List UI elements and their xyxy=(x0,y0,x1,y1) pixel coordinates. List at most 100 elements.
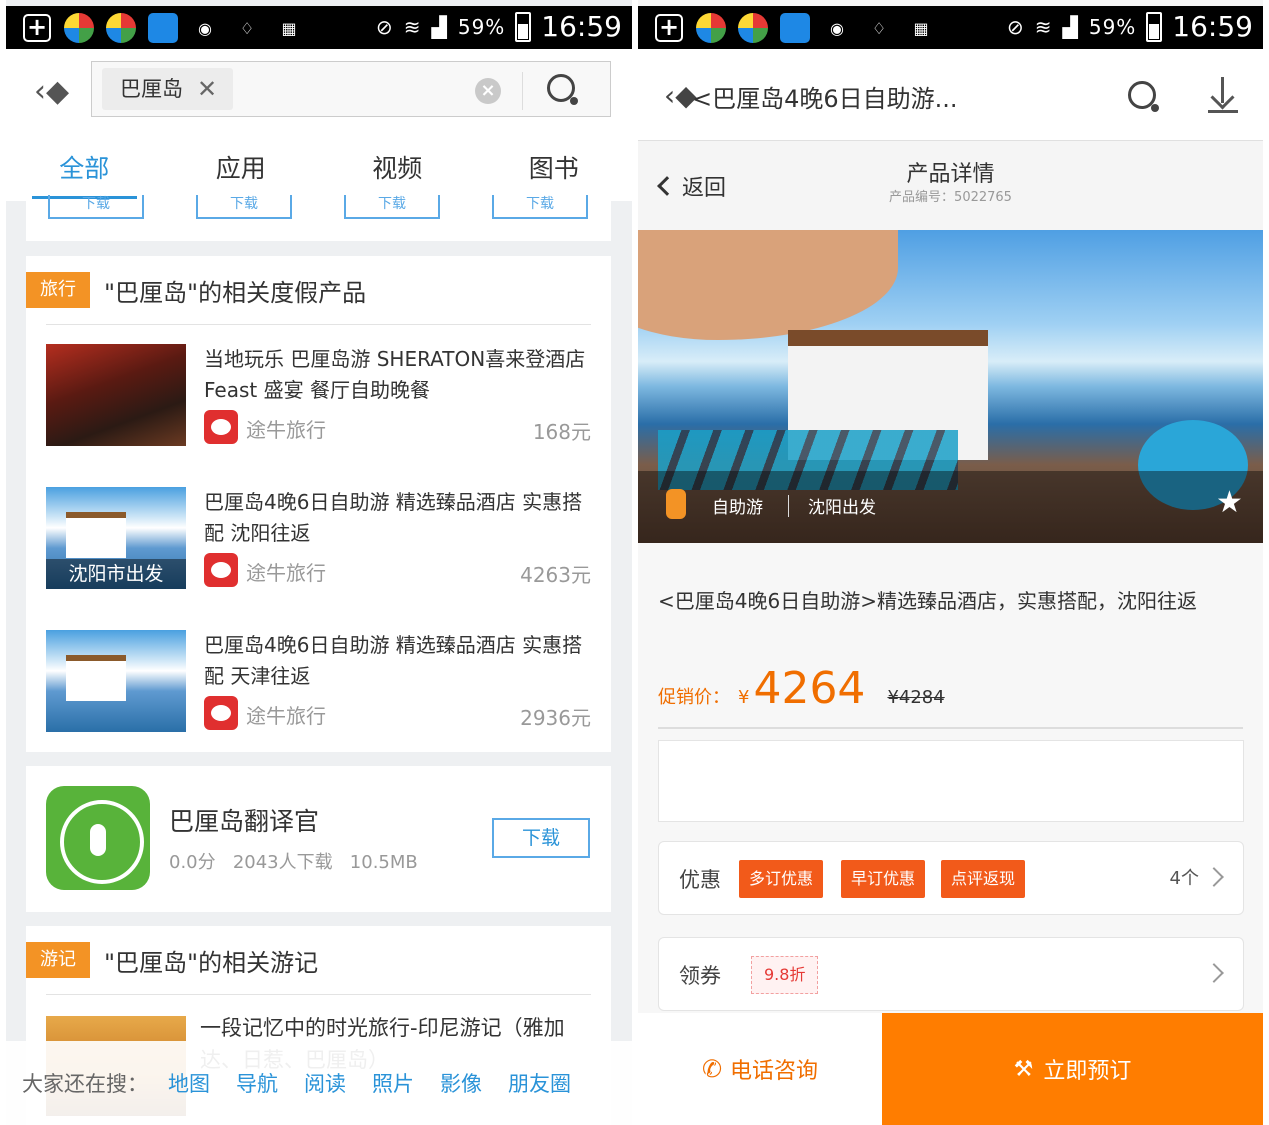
shield-icon: ♢ xyxy=(871,18,887,38)
coupon-label: 领券 xyxy=(679,964,721,988)
app-meta: 0.0分 2043人下载 10.5MB xyxy=(169,848,418,874)
app-notification-icon xyxy=(106,13,136,43)
divider xyxy=(46,324,591,325)
clock: 16:59 xyxy=(541,10,622,43)
plus-notification-icon: + xyxy=(654,13,684,43)
product-item[interactable]: 沈阳市出发 巴厘岛4晚6日自助游 精选臻品酒店 实惠搭配 沈阳往返 途牛旅行 4… xyxy=(46,487,591,591)
search-chip[interactable]: 巴厘岛 ✕ xyxy=(102,68,234,110)
tab-videos[interactable]: 视频 xyxy=(319,149,476,199)
chevron-right-icon xyxy=(1204,963,1224,983)
section-header: 游记 "巴厘岛"的相关游记 xyxy=(26,942,318,978)
offers-row[interactable]: 优惠 多订优惠 早订优惠 点评返现 4个 xyxy=(658,841,1244,915)
product-detail-screen: + ◉ ♢ ▦ ⊘ ≋ ▟ 59% 16:59 ‹◆ <巴厘岛4晚6日自助游..… xyxy=(638,0,1263,1125)
tab-books[interactable]: 图书 xyxy=(476,149,633,199)
star-icon[interactable]: ★ xyxy=(1216,485,1243,520)
app-notification-icon xyxy=(696,13,726,43)
tab-all[interactable]: 全部 xyxy=(6,149,163,199)
original-price: ¥4284 xyxy=(887,687,945,708)
related-search-link[interactable]: 地图 xyxy=(168,1068,210,1098)
product-code: 产品编号：5022765 xyxy=(889,190,1012,205)
back-arrow-icon[interactable]: ‹◆ xyxy=(34,74,69,109)
departure-city: 沈阳出发 xyxy=(808,498,876,518)
related-search-link[interactable]: 朋友圈 xyxy=(508,1068,571,1098)
battery-icon xyxy=(515,11,532,42)
status-bar: + ◉ ♢ ▦ ⊘ ≋ ▟ 59% 16:59 xyxy=(6,6,632,49)
phone-icon: ✆ xyxy=(701,1055,723,1083)
offer-badge: 早订优惠 xyxy=(841,860,926,898)
product-price: 4263元 xyxy=(520,563,591,587)
product-thumbnail: 沈阳市出发 xyxy=(46,487,186,589)
download-button[interactable]: 下载 xyxy=(48,195,144,219)
download-button[interactable]: 下载 xyxy=(344,195,440,219)
download-button[interactable]: 下载 xyxy=(492,818,590,858)
product-thumbnail xyxy=(46,344,186,446)
battery-icon xyxy=(1146,11,1163,42)
offer-badge: 点评返现 xyxy=(941,860,1026,898)
weibo-icon: ◉ xyxy=(198,18,212,38)
backpack-icon xyxy=(666,489,686,519)
search-results-screen: + ◉ ♢ ▦ ⊘ ≋ ▟ 59% 16:59 ‹◆ 巴厘岛 ✕ × 全部 应用… xyxy=(6,0,632,1125)
related-search-link[interactable]: 照片 xyxy=(372,1068,414,1098)
download-icon[interactable] xyxy=(1208,77,1238,113)
discount-badge: 9.8折 xyxy=(751,956,819,994)
signal-icon: ▟ xyxy=(1062,14,1079,39)
travel-tag: 旅行 xyxy=(26,272,90,308)
search-header: ‹◆ 巴厘岛 ✕ × 全部 应用 视频 图书 xyxy=(6,49,632,201)
app-notification-icon xyxy=(738,13,768,43)
download-button[interactable]: 下载 xyxy=(492,195,588,219)
download-button[interactable]: 下载 xyxy=(196,195,292,219)
book-label: 立即预订 xyxy=(1043,1059,1132,1084)
tuniu-logo-icon xyxy=(204,553,238,587)
call-button[interactable]: ✆ 电话咨询 xyxy=(638,1013,882,1125)
travel-products-card: 旅行 "巴厘岛"的相关度假产品 当地玩乐 巴厘岛游 SHERATON喜来登酒店F… xyxy=(26,256,611,752)
currency-symbol: ¥ xyxy=(738,687,750,708)
mute-icon: ⊘ xyxy=(1006,14,1025,39)
price-label: 促销价： xyxy=(658,687,730,708)
clear-icon[interactable]: × xyxy=(475,78,501,104)
translator-app-icon[interactable] xyxy=(46,786,150,890)
call-label: 电话咨询 xyxy=(730,1059,819,1084)
search-chip-label: 巴厘岛 xyxy=(120,77,183,101)
search-box[interactable]: 巴厘岛 ✕ × xyxy=(91,61,611,117)
product-item[interactable]: 巴厘岛4晚6日自助游 精选臻品酒店 实惠搭配 天津往返 途牛旅行 2936元 xyxy=(46,630,591,734)
book-now-button[interactable]: ⚒ 立即预订 xyxy=(882,1013,1263,1125)
divider xyxy=(658,727,1243,729)
action-footer: ✆ 电话咨询 ⚒ 立即预订 xyxy=(638,1013,1263,1125)
product-title: 巴厘岛4晚6日自助游 精选臻品酒店 实惠搭配 天津往返 xyxy=(204,633,583,688)
section-title: "巴厘岛"的相关度假产品 xyxy=(104,278,367,307)
product-price: 2936元 xyxy=(520,706,591,730)
tab-apps[interactable]: 应用 xyxy=(163,149,320,199)
app-card: 巴厘岛翻译官 0.0分 2043人下载 10.5MB 下载 xyxy=(26,766,611,912)
search-icon[interactable] xyxy=(547,74,578,105)
app-name[interactable]: 巴厘岛翻译官 xyxy=(169,802,319,838)
related-search-link[interactable]: 导航 xyxy=(236,1068,278,1098)
chip-close-icon[interactable]: ✕ xyxy=(197,68,217,110)
section-title: "巴厘岛"的相关游记 xyxy=(104,948,319,977)
plus-notification-icon: + xyxy=(22,13,52,43)
promo-price: 4264 xyxy=(753,663,866,714)
related-search-link[interactable]: 影像 xyxy=(440,1068,482,1098)
shield-icon: ♢ xyxy=(239,18,255,38)
app-notification-icon xyxy=(64,13,94,43)
related-searches-bar: 大家还在搜： 地图 导航 阅读 照片 影像 朋友圈 xyxy=(6,1041,632,1125)
previous-card-strip: 下载 下载 下载 下载 xyxy=(26,195,611,241)
clock: 16:59 xyxy=(1172,10,1253,43)
app-size: 10.5MB xyxy=(349,852,418,873)
app-score: 0.0分 xyxy=(169,852,216,873)
page-title: <巴厘岛4晚6日自助游... xyxy=(692,85,958,113)
coupon-row[interactable]: 领券 9.8折 xyxy=(658,937,1244,1011)
message-notification-icon xyxy=(148,13,178,43)
weibo-icon: ◉ xyxy=(830,18,844,38)
product-item[interactable]: 当地玩乐 巴厘岛游 SHERATON喜来登酒店Feast 盛宴 餐厅自助晚餐 途… xyxy=(46,344,591,448)
signal-icon: ▟ xyxy=(431,14,448,39)
product-source: 途牛旅行 xyxy=(246,561,326,585)
related-search-link[interactable]: 阅读 xyxy=(304,1068,346,1098)
battery-percent: 59% xyxy=(1088,14,1137,39)
product-title: 当地玩乐 巴厘岛游 SHERATON喜来登酒店Feast 盛宴 餐厅自助晚餐 xyxy=(204,347,586,402)
wifi-icon: ≋ xyxy=(403,14,422,39)
search-icon[interactable] xyxy=(1128,81,1159,112)
divider xyxy=(522,72,523,110)
mute-icon: ⊘ xyxy=(375,14,394,39)
product-price: 168元 xyxy=(532,420,591,444)
empty-panel xyxy=(658,740,1244,822)
